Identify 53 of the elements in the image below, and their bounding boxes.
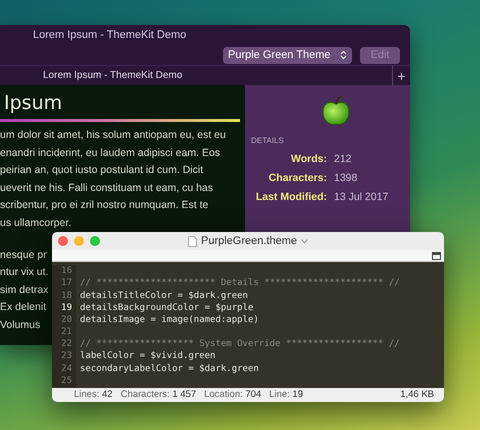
text-line: Ex delenit (0, 300, 46, 316)
line-number: 19 (52, 302, 76, 314)
code-line: detailsImage = image(named:apple) (79, 314, 259, 326)
theme-select[interactable]: Purple Green Theme (223, 46, 352, 64)
code-line: detailsBackgroundColor = $purple (79, 302, 254, 314)
code-line: detailsTitleColor = $dark.green (79, 290, 248, 302)
line-number: 16 (52, 265, 76, 278)
line-number: 17 (52, 277, 76, 290)
window-title: PurpleGreen.theme (201, 234, 297, 249)
field-label: Characters: (268, 171, 327, 186)
line-number: 24 (52, 362, 76, 375)
field-label: Words: (290, 152, 327, 167)
text-line: um dolor sit amet, his solum antiopam eu, est eu (0, 128, 226, 143)
text-line: peirian an, quot iusto postulant id cum. Dicit (0, 163, 204, 178)
code-line: secondaryLabelColor = $dark.green (79, 362, 259, 375)
text-line: Volumus (0, 318, 40, 333)
close-button[interactable] (58, 236, 68, 246)
tab[interactable]: Lorem Ipsum - ThemeKit Demo (0, 66, 392, 85)
panel-icon[interactable] (432, 252, 441, 260)
text-line: us ullamcorper. (0, 216, 72, 231)
line-number: 21 (52, 326, 76, 338)
status-item: Lines: 42 (74, 388, 113, 402)
section-heading: DETAILS (251, 135, 285, 147)
code-line: labelColor = $vivid.green (79, 350, 216, 363)
field-label: Last Modified: (254, 190, 327, 205)
text-line: enandri inciderint, eu laudem adipisci eam. Eos (0, 146, 220, 161)
text-line: sim detrax (0, 282, 48, 298)
line-number: 20 (52, 314, 76, 326)
line-number: 23 (52, 350, 76, 363)
status-item: Line: 19 (269, 388, 303, 402)
document-heading: Ipsum (3, 91, 64, 115)
line-number: 25 (52, 374, 76, 387)
text-line: ueverit ne his. Falli constituam ut eam, cu has (0, 180, 214, 196)
chevron-down-icon[interactable] (301, 238, 308, 244)
text-line: nesque pr (0, 248, 47, 263)
field-value: 1398 (334, 171, 358, 186)
code-comment: // ********************** Details ********************** // (79, 277, 400, 290)
minimize-button[interactable] (74, 236, 84, 246)
code-comment: // ****************** System Override ****************** // (79, 338, 400, 350)
text-line: ntur vix ut. (0, 265, 48, 280)
status-item: Location: 704 (204, 388, 262, 402)
updown-icon (340, 50, 347, 60)
status-item: Characters: 1 457 (120, 388, 196, 402)
line-number: 22 (52, 338, 76, 350)
text-line: scribentur, pro ei zril nostro numquam. Est te (0, 198, 208, 214)
field-value: 13 Jul 2017 (334, 190, 388, 205)
document-icon (188, 236, 197, 246)
window-title: Lorem Ipsum - ThemeKit Demo (33, 28, 186, 43)
file-size: 1,46 KB (400, 388, 434, 402)
zoom-button[interactable] (90, 236, 100, 246)
field-value: 212 (334, 152, 352, 167)
line-number: 18 (52, 290, 76, 302)
apple-icon (320, 95, 350, 127)
